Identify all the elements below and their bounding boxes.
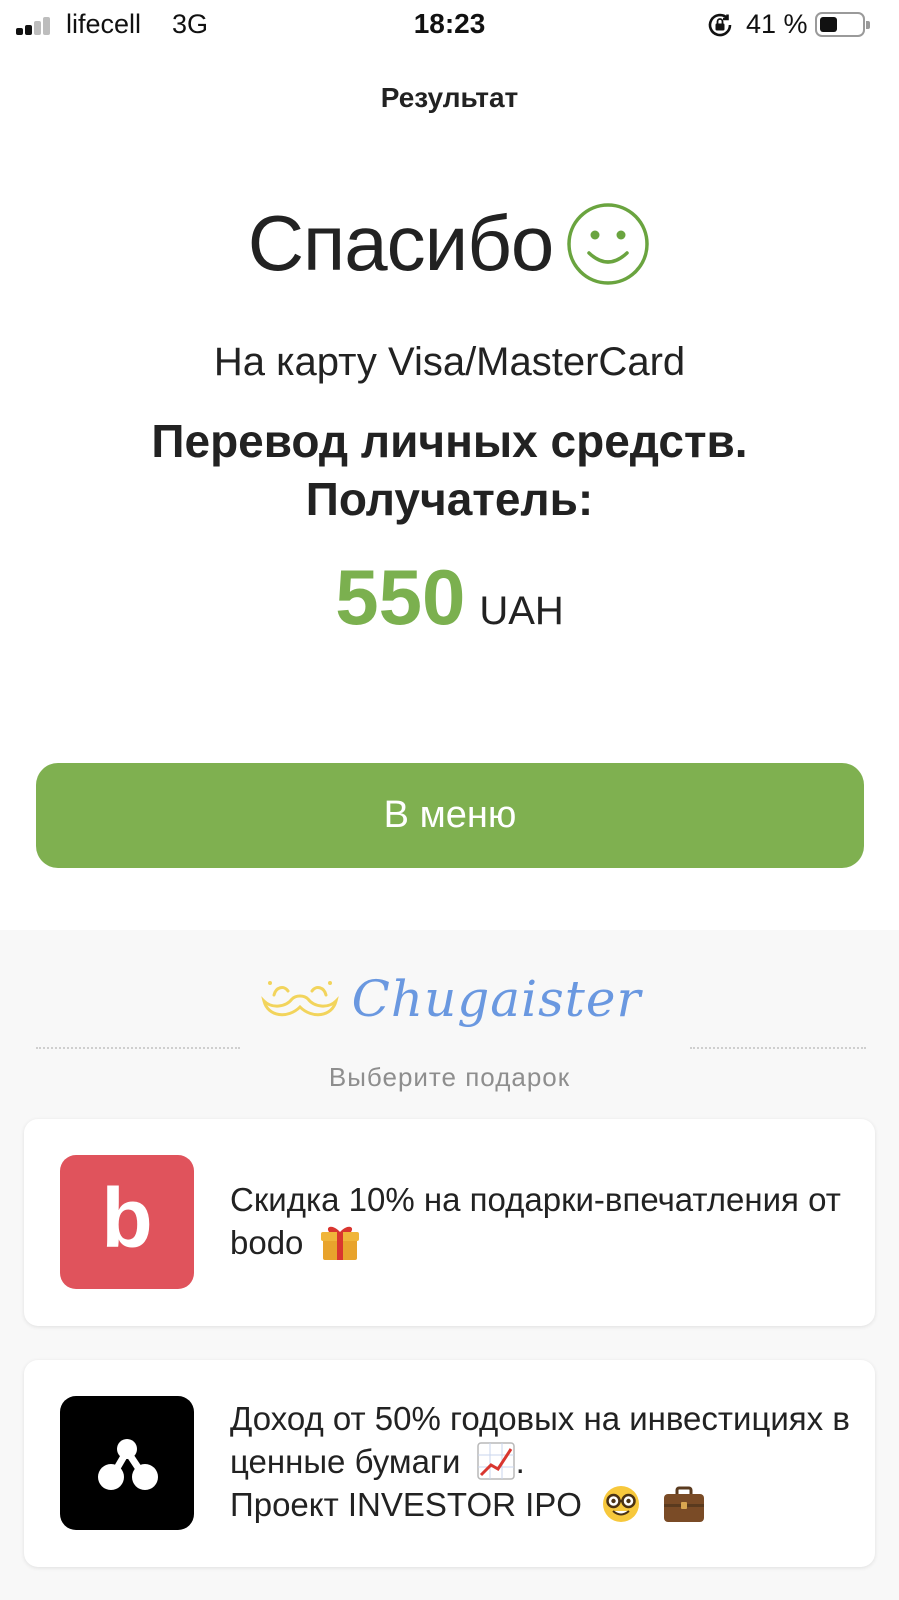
status-bar: lifecell 3G 18:23 41 %: [0, 0, 899, 50]
battery-icon: [815, 12, 870, 37]
amount-value: 550: [335, 553, 466, 641]
card-type: На карту Visa/MasterCard: [213, 340, 686, 384]
chart-up-icon: [476, 1442, 515, 1480]
briefcase-icon: [664, 1486, 705, 1522]
offer-description-dot: .: [515, 1443, 525, 1480]
investor-logo-icon: [60, 1396, 194, 1530]
divider: [690, 1047, 866, 1049]
thanks-heading: Спасибо: [0, 198, 899, 289]
offer-card-investor[interactable]: Доход от 50% годовых на инвестициях в це…: [24, 1360, 875, 1567]
nerd-face-icon: [603, 1486, 640, 1522]
offer-project: Проект INVESTOR IPO: [230, 1486, 582, 1523]
offer-text: Доход от 50% годовых на инвестициях в це…: [230, 1397, 850, 1526]
offer-card-bodo[interactable]: b Скидка 10% на подарки-впечатления от b…: [24, 1119, 875, 1326]
battery-percent: 41 %: [746, 9, 808, 39]
brand-logo: Chugaister: [0, 970, 899, 1028]
offer-description: Доход от 50% годовых на инвестициях в це…: [230, 1400, 850, 1480]
offer-text: Скидка 10% на подарки-впечатления от bod…: [230, 1178, 850, 1264]
bodo-logo-letter: b: [101, 1171, 153, 1265]
mustache-icon: [260, 981, 339, 1017]
page-title: Результат: [380, 82, 519, 113]
rotation-lock-icon: [708, 13, 732, 37]
bodo-logo: b: [60, 1155, 194, 1289]
gift-section: Chugaister Выберите подарок b Скидка 10%…: [0, 930, 899, 1600]
divider: [36, 1047, 240, 1049]
choose-gift-label: Выберите подарок: [328, 1062, 571, 1092]
thanks-text: Спасибо: [247, 199, 555, 287]
smile-icon: [567, 202, 650, 285]
amount-currency: UAH: [479, 589, 564, 633]
menu-button[interactable]: В меню: [36, 763, 864, 868]
amount-display: 550 UAH: [0, 552, 899, 643]
gift-icon: [320, 1226, 359, 1260]
transfer-purpose: Перевод личных средств. Получатель:: [151, 415, 748, 525]
brand-name: Chugaister: [351, 970, 642, 1028]
